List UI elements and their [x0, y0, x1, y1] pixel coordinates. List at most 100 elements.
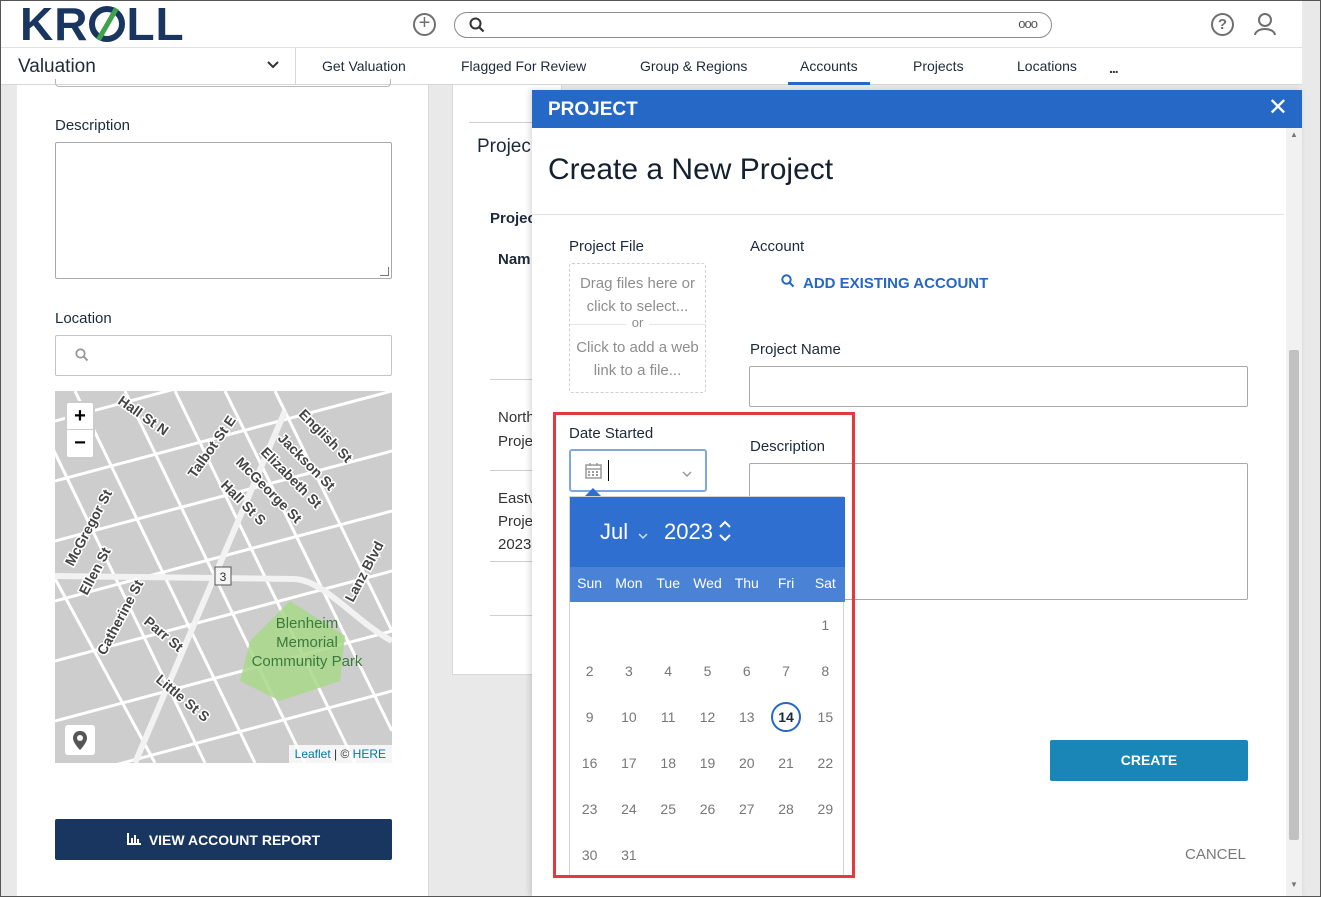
- map-pin-icon[interactable]: [65, 725, 95, 755]
- user-icon[interactable]: [1253, 12, 1277, 41]
- nav-get-valuation[interactable]: Get Valuation: [322, 58, 406, 74]
- calendar-day[interactable]: 15: [806, 694, 845, 740]
- name-column-header: Nam: [498, 251, 531, 268]
- calendar-day[interactable]: 20: [727, 740, 766, 786]
- text-cursor: [608, 460, 609, 481]
- help-icon[interactable]: ?: [1211, 13, 1234, 36]
- search-icon: [781, 274, 795, 292]
- calendar-day[interactable]: 12: [688, 694, 727, 740]
- modal-scrollbar-thumb[interactable]: [1289, 350, 1299, 840]
- projects-subheading: Projec: [490, 210, 536, 227]
- calendar-day-today[interactable]: 14: [766, 694, 805, 740]
- add-existing-account-button[interactable]: ADD EXISTING ACCOUNT: [781, 274, 988, 292]
- location-map[interactable]: 3 Hall St N Talbot St E English St Jacks…: [55, 391, 392, 763]
- previous-field[interactable]: [55, 79, 391, 87]
- calendar-day[interactable]: 2: [570, 648, 609, 694]
- calendar-day[interactable]: 27: [727, 786, 766, 832]
- scroll-down-icon[interactable]: ▼: [1290, 880, 1298, 889]
- kroll-logo[interactable]: KR LL: [20, 0, 185, 50]
- calendar-day[interactable]: 6: [727, 648, 766, 694]
- year-input[interactable]: 2023: [664, 519, 713, 545]
- calendar-day[interactable]: 22: [806, 740, 845, 786]
- location-search-input[interactable]: [55, 335, 392, 376]
- calendar-day[interactable]: 31: [609, 832, 648, 878]
- calendar-day[interactable]: 10: [609, 694, 648, 740]
- add-existing-account-label: ADD EXISTING ACCOUNT: [803, 274, 989, 292]
- project-file-dropzone[interactable]: Drag files here or click to select... or…: [569, 263, 706, 393]
- date-started-input[interactable]: [569, 449, 707, 492]
- zoom-out-button[interactable]: −: [67, 430, 93, 457]
- calendar-empty-cell: [609, 602, 648, 648]
- bar-chart-icon: [126, 832, 141, 848]
- calendar-day[interactable]: 5: [688, 648, 727, 694]
- weekday-label: Sat: [814, 575, 836, 591]
- calendar-day[interactable]: 11: [649, 694, 688, 740]
- project-row-name[interactable]: Eastv: [498, 490, 536, 507]
- description-textarea[interactable]: [55, 142, 392, 279]
- calendar-day[interactable]: 9: [570, 694, 609, 740]
- calendar-icon: [585, 462, 602, 484]
- create-button[interactable]: CREATE: [1050, 740, 1248, 781]
- calendar-empty-cell: [727, 832, 766, 878]
- weekday-label: Sun: [577, 575, 603, 591]
- calendar-day[interactable]: 19: [688, 740, 727, 786]
- nav-flagged-for-review[interactable]: Flagged For Review: [461, 58, 586, 74]
- calendar-day[interactable]: 28: [766, 786, 805, 832]
- project-row-name[interactable]: Proje: [498, 513, 533, 530]
- search-input[interactable]: ooo: [454, 12, 1052, 38]
- close-icon[interactable]: ✕: [1268, 96, 1288, 120]
- calendar-day[interactable]: 21: [766, 740, 805, 786]
- view-account-report-button[interactable]: VIEW ACCOUNT REPORT: [55, 819, 392, 860]
- here-link[interactable]: HERE: [353, 747, 386, 761]
- date-picker-header: Jul 2023: [570, 497, 845, 567]
- calendar-day[interactable]: 18: [649, 740, 688, 786]
- calendar-day[interactable]: 17: [609, 740, 648, 786]
- calendar-empty-cell: [727, 602, 766, 648]
- calendar-day[interactable]: 1: [806, 602, 845, 648]
- date-picker: Jul 2023 Sun Mon Tue Wed Thu Fri Sat 123…: [569, 496, 845, 878]
- weekday-header: Sun Mon Tue Wed Thu Fri Sat: [570, 567, 845, 602]
- scroll-up-icon[interactable]: ▲: [1290, 130, 1298, 139]
- nav-more-icon[interactable]: ...: [1109, 60, 1119, 76]
- park-label: Memorial: [276, 634, 338, 651]
- cancel-button[interactable]: CANCEL: [1185, 846, 1246, 863]
- nav-projects[interactable]: Projects: [913, 58, 964, 74]
- calendar-week-row: 16 17 18 19 20 21 22: [570, 740, 845, 786]
- calendar-day[interactable]: 24: [609, 786, 648, 832]
- calendar-empty-cell: [766, 832, 805, 878]
- leaflet-link[interactable]: Leaflet: [295, 747, 331, 761]
- calendar-empty-cell: [688, 832, 727, 878]
- chevron-down-icon: [266, 58, 280, 77]
- calendar-day[interactable]: 26: [688, 786, 727, 832]
- project-row-name[interactable]: North: [498, 409, 535, 426]
- project-name-input[interactable]: [749, 366, 1248, 407]
- calendar-empty-cell: [766, 602, 805, 648]
- zoom-in-button[interactable]: +: [67, 403, 93, 430]
- calendar-day[interactable]: 13: [727, 694, 766, 740]
- calendar-day[interactable]: 25: [649, 786, 688, 832]
- calendar-empty-cell: [688, 602, 727, 648]
- year-stepper-icon[interactable]: [718, 518, 732, 549]
- nav-group-regions[interactable]: Group & Regions: [640, 58, 747, 74]
- calendar-day[interactable]: 16: [570, 740, 609, 786]
- chevron-down-icon[interactable]: [682, 465, 692, 483]
- calendar-day[interactable]: 7: [766, 648, 805, 694]
- calendar-empty-cell: [649, 832, 688, 878]
- dropzone-link-text[interactable]: Click to add a web link to a file...: [570, 336, 705, 382]
- nav-locations[interactable]: Locations: [1017, 58, 1077, 74]
- calendar-day[interactable]: 3: [609, 648, 648, 694]
- month-select[interactable]: Jul: [600, 519, 628, 545]
- account-label: Account: [750, 238, 805, 255]
- search-options-icon[interactable]: ooo: [1018, 16, 1038, 31]
- calendar-day[interactable]: 29: [806, 786, 845, 832]
- chevron-down-icon[interactable]: [638, 527, 648, 545]
- calendar-day[interactable]: 4: [649, 648, 688, 694]
- calendar-day[interactable]: 23: [570, 786, 609, 832]
- dropzone-drag-text: Drag files here or click to select...: [579, 275, 696, 315]
- add-icon[interactable]: +: [413, 13, 436, 36]
- calendar-day[interactable]: 30: [570, 832, 609, 878]
- calendar-day[interactable]: 8: [806, 648, 845, 694]
- nav-accounts[interactable]: Accounts: [788, 58, 870, 85]
- location-label: Location: [55, 310, 112, 327]
- project-row-name[interactable]: Proje: [498, 433, 533, 450]
